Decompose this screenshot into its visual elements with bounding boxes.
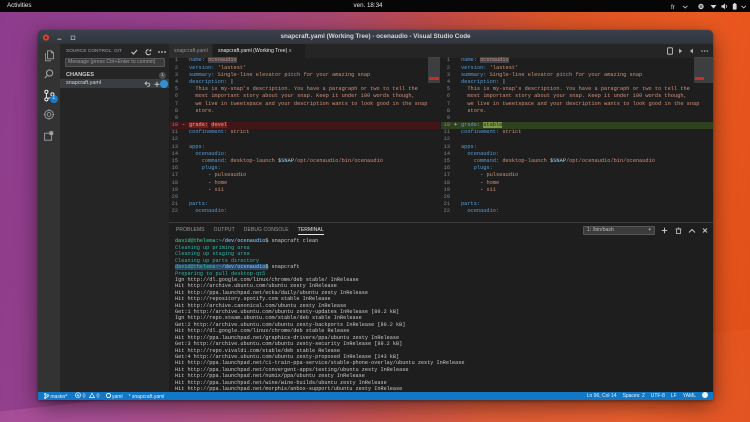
svg-text:0: 0 <box>97 393 100 398</box>
svg-text:0: 0 <box>83 393 86 398</box>
svg-text:fr: fr <box>671 4 675 11</box>
